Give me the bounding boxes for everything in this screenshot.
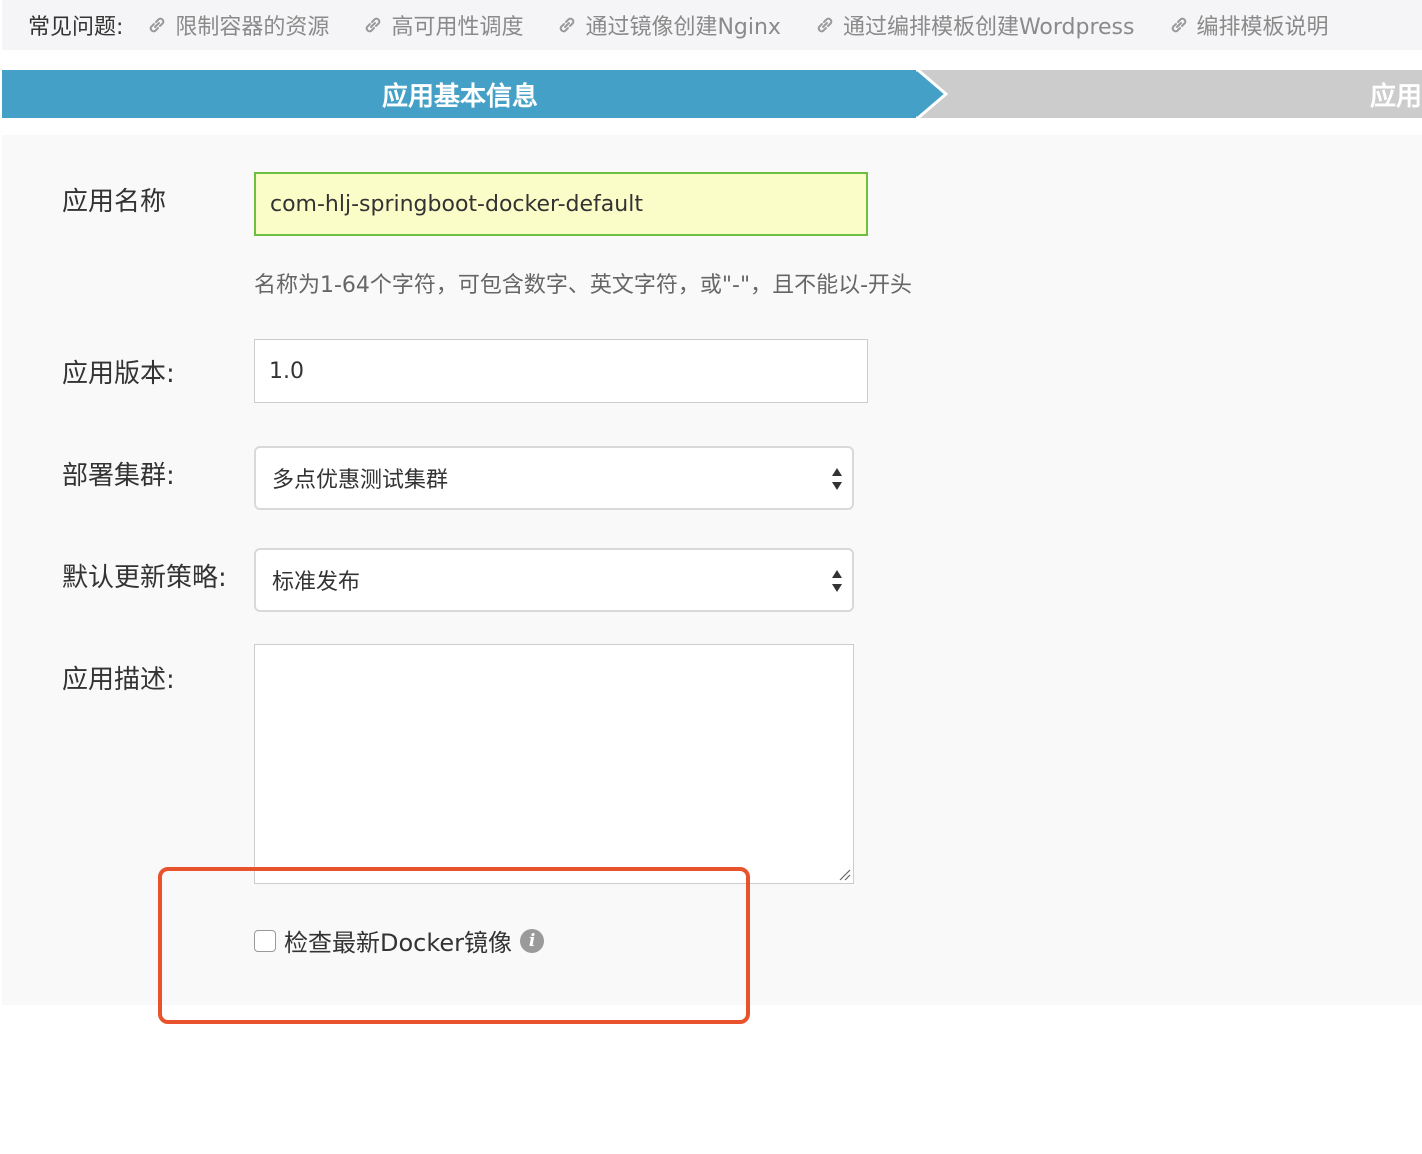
step-label: 应用基本信息 (381, 81, 538, 112)
faq-link-resource-limit[interactable]: 限制容器的资源 (145, 9, 329, 41)
faq-link-label: 通过编排模板创建Wordpress (842, 15, 1135, 40)
cluster-select-value: 多点优惠测试集群 (272, 468, 449, 493)
cluster-label: 部署集群: (62, 461, 175, 491)
link-icon (1171, 17, 1186, 33)
faq-link-label: 高可用性调度 (391, 15, 524, 40)
link-icon (366, 17, 381, 33)
select-arrows-icon (832, 468, 842, 490)
strategy-select[interactable]: 标准发布 (254, 548, 854, 612)
faq-link-ha-scheduling[interactable]: 高可用性调度 (361, 9, 523, 41)
faq-bar: 常见问题: 限制容器的资源 高可用性调度 通过镜像创建Nginx 通过编排模板创… (2, 0, 1422, 50)
app-version-label: 应用版本: (62, 359, 175, 389)
strategy-label: 默认更新策略: (62, 563, 227, 593)
app-name-label: 应用名称 (62, 187, 167, 217)
strategy-select-value: 标准发布 (272, 570, 361, 595)
annotation-highlight-box (158, 867, 750, 1024)
link-icon (560, 17, 575, 33)
app-name-input[interactable]: com-hlj-springboot-docker-default (254, 172, 868, 236)
description-label: 应用描述: (62, 665, 175, 695)
resize-grip-icon[interactable] (837, 867, 851, 881)
cluster-select[interactable]: 多点优惠测试集群 (254, 446, 854, 510)
faq-link-nginx[interactable]: 通过镜像创建Nginx (555, 9, 781, 41)
faq-label: 常见问题: (28, 15, 124, 40)
faq-link-template-doc[interactable]: 编排模板说明 (1167, 9, 1329, 41)
step-app-config: 应用 (918, 70, 1422, 118)
wizard-steps: 应用 应用基本信息 (2, 70, 1422, 118)
app-name-hint: 名称为1-64个字符，可包含数字、英文字符，或"-"，且不能以-开头 (254, 273, 913, 298)
select-arrows-icon (832, 570, 842, 592)
link-icon (150, 17, 165, 33)
faq-link-wordpress[interactable]: 通过编排模板创建Wordpress (813, 9, 1135, 41)
link-icon (817, 17, 833, 33)
step-basic-info: 应用基本信息 (2, 70, 948, 118)
faq-link-label: 通过镜像创建Nginx (585, 15, 781, 40)
app-version-input[interactable]: 1.0 (254, 339, 868, 403)
faq-link-label: 限制容器的资源 (175, 15, 330, 40)
description-textarea[interactable] (254, 644, 854, 884)
faq-link-label: 编排模板说明 (1196, 15, 1329, 40)
step-label: 应用 (1369, 81, 1422, 112)
